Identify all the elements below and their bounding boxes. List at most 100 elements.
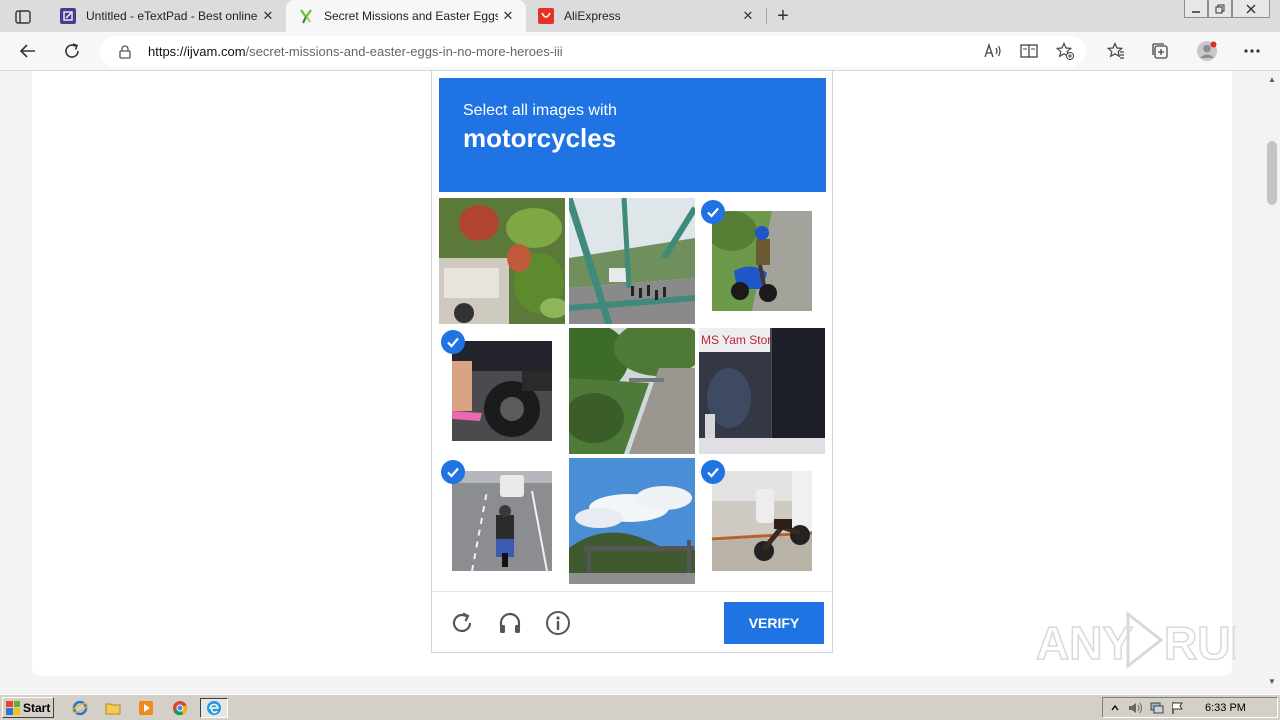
captcha-tile-4[interactable] [439, 328, 565, 454]
svg-text:RUN: RUN [1164, 617, 1236, 669]
captcha-footer: VERIFY [432, 591, 832, 653]
tab-title: Secret Missions and Easter Eggs in [324, 9, 498, 23]
restore-button[interactable] [1208, 0, 1232, 18]
close-tab-icon[interactable]: ✕ [498, 6, 518, 26]
add-favorite-icon [1056, 42, 1074, 60]
explorer-icon[interactable] [103, 698, 123, 718]
edge-icon[interactable] [200, 698, 228, 718]
system-tray: 6:33 PM [1102, 697, 1278, 718]
windows-taskbar: Start 6:33 PM [0, 694, 1280, 720]
back-arrow-icon [19, 44, 35, 58]
tab-etextpad[interactable]: Untitled - eTextPad - Best online T ✕ [48, 0, 286, 32]
aliexpress-icon [538, 8, 554, 24]
collections-button[interactable] [1145, 36, 1175, 66]
media-icon[interactable] [136, 698, 156, 718]
close-tab-icon[interactable]: ✕ [258, 6, 278, 26]
url-host: https://ijvam.com [148, 44, 246, 59]
action-center-flag-icon[interactable] [1169, 700, 1187, 716]
reload-icon [65, 43, 79, 58]
close-tab-icon[interactable]: ✕ [738, 6, 758, 26]
tile-image-forest-road [569, 328, 695, 454]
collections-icon [1152, 43, 1168, 59]
tab-separator [766, 8, 767, 24]
immersive-reader-button[interactable] [1014, 36, 1044, 66]
immersive-reader-icon [1020, 44, 1038, 58]
captcha-tile-6[interactable]: MS Yam Store [699, 328, 825, 454]
captcha-tile-7[interactable] [439, 458, 565, 584]
profile-icon [1197, 41, 1217, 61]
read-aloud-icon [984, 43, 1001, 58]
tab-actions-button[interactable] [8, 6, 38, 28]
favorites-icon [1107, 42, 1124, 59]
volume-icon[interactable] [1127, 700, 1145, 716]
close-icon [1246, 4, 1256, 13]
verify-button[interactable]: VERIFY [724, 602, 824, 644]
more-button[interactable] [1237, 36, 1267, 66]
tab-title: Untitled - eTextPad - Best online T [86, 9, 258, 23]
tile-image-store-front: MS Yam Store [699, 328, 825, 454]
refresh-button[interactable] [447, 608, 477, 638]
scrollbar-thumb[interactable] [1267, 141, 1277, 205]
audio-challenge-button[interactable] [495, 608, 525, 638]
vertical-scrollbar[interactable]: ▲ ▼ [1264, 71, 1280, 691]
audio-icon [499, 612, 521, 633]
info-button[interactable] [543, 608, 573, 638]
selected-check-icon [441, 330, 465, 354]
captcha-image-grid: MS Yam Store [439, 198, 827, 586]
anyrun-watermark: ANY RUN [1035, 604, 1264, 674]
refresh-icon [452, 612, 472, 633]
address-bar[interactable]: https://ijvam.com/secret-missions-and-ea… [100, 36, 1086, 67]
url-path: /secret-missions-and-easter-eggs-in-no-m… [245, 44, 563, 59]
tile-image-motorcycle-wheel [452, 341, 552, 441]
profile-button[interactable] [1192, 36, 1222, 66]
anyrun-logo: ANY RUN [1035, 610, 1264, 670]
tab-actions-icon [15, 10, 31, 24]
info-icon [546, 611, 570, 635]
captcha-instruction: Select all images with [463, 102, 617, 119]
tab-title: AliExpress [564, 9, 621, 23]
tab-ijvam[interactable]: Secret Missions and Easter Eggs in ✕ [286, 0, 526, 32]
tile-image-motorcycle-rider [712, 211, 812, 311]
add-favorite-button[interactable] [1050, 36, 1080, 66]
show-hidden-icon[interactable] [1106, 700, 1124, 716]
ie-icon[interactable] [70, 698, 90, 718]
network-icon[interactable] [1148, 700, 1166, 716]
lock-icon[interactable] [118, 44, 132, 59]
browser-toolbar: https://ijvam.com/secret-missions-and-ea… [0, 32, 1280, 71]
svg-text:ANY: ANY [1036, 617, 1133, 669]
start-button[interactable]: Start [2, 697, 54, 718]
captcha-tile-5[interactable] [569, 328, 695, 454]
tile-image-motorcycle-highway [452, 471, 552, 571]
tile-image-parked-motorcycle [712, 471, 812, 571]
url-text: https://ijvam.com/secret-missions-and-ea… [148, 44, 563, 59]
minimize-button[interactable] [1184, 0, 1208, 18]
chrome-icon[interactable] [170, 698, 190, 718]
svg-text:MS Yam Store: MS Yam Store [701, 333, 778, 347]
captcha-target: motorcycles [463, 123, 617, 153]
ijvam-icon [298, 8, 314, 24]
tile-image-bridge-crowd [569, 198, 695, 324]
back-button[interactable] [13, 36, 43, 66]
favorites-button[interactable] [1101, 36, 1131, 66]
captcha-tile-9[interactable] [699, 458, 825, 584]
captcha-challenge: Select all images with motorcycles MS Ya… [431, 71, 833, 653]
etextpad-icon [60, 8, 76, 24]
scroll-up-icon[interactable]: ▲ [1267, 75, 1277, 85]
new-tab-button[interactable]: + [770, 4, 796, 28]
minimize-icon [1192, 10, 1200, 13]
scroll-down-icon[interactable]: ▼ [1267, 677, 1277, 687]
selected-check-icon [701, 460, 725, 484]
tab-aliexpress[interactable]: AliExpress ✕ [526, 0, 766, 32]
tile-image-sky-gantry [569, 458, 695, 584]
close-window-button[interactable] [1232, 0, 1270, 18]
captcha-tile-8[interactable] [569, 458, 695, 584]
selected-check-icon [441, 460, 465, 484]
refresh-button[interactable] [57, 36, 87, 66]
taskbar-clock[interactable]: 6:33 PM [1205, 702, 1246, 714]
windows-flag-icon [6, 700, 20, 715]
captcha-tile-3[interactable] [699, 198, 825, 324]
captcha-tile-1[interactable] [439, 198, 565, 324]
captcha-tile-2[interactable] [569, 198, 695, 324]
read-aloud-button[interactable] [978, 36, 1008, 66]
more-icon [1244, 49, 1260, 53]
